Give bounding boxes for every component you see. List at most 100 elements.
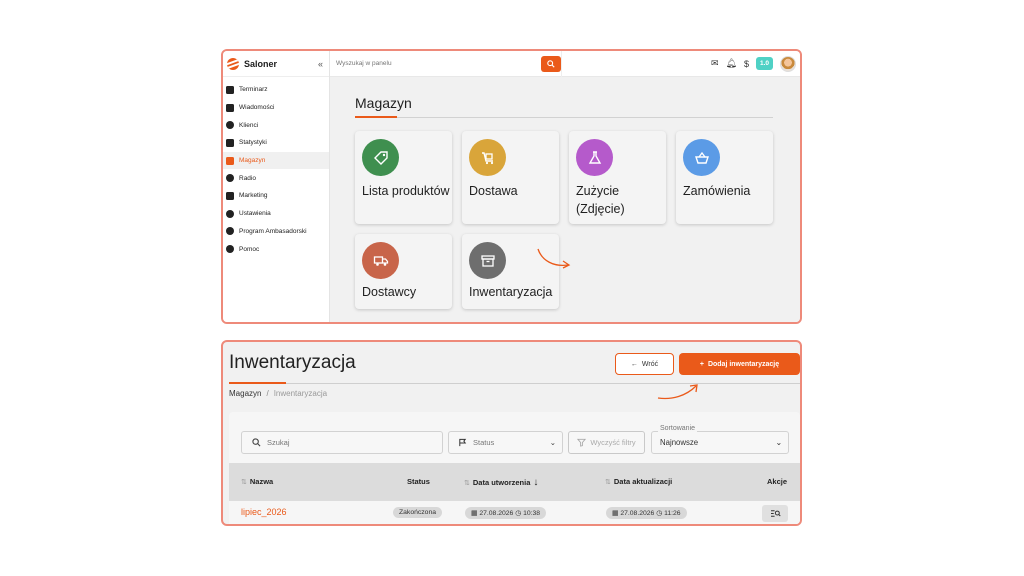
- column-header-akcje: Akcje: [767, 477, 787, 486]
- page-title: Magazyn: [355, 95, 412, 111]
- sidebar-item-statystyki[interactable]: Statystyki: [223, 134, 329, 152]
- sidebar-item-wiadomosci[interactable]: Wiadomości: [223, 99, 329, 117]
- sidebar-item-marketing[interactable]: Marketing: [223, 187, 329, 205]
- bell-icon[interactable]: 🔔︎: [726, 58, 737, 69]
- view-details-button[interactable]: [762, 505, 788, 522]
- help-icon: [226, 245, 234, 254]
- inventory-name-link[interactable]: lipiec_2026: [241, 507, 287, 517]
- search-icon: [252, 438, 261, 447]
- status-filter-select[interactable]: Status ⌄: [448, 431, 563, 454]
- sort-value: Najnowsze: [660, 438, 699, 447]
- arrow-left-icon: ←: [630, 360, 638, 368]
- card-zuzycie[interactable]: Zużycie (Zdjęcie): [569, 131, 666, 224]
- back-button-label: Wróć: [641, 360, 659, 368]
- sidebar-item-program-ambasadorski[interactable]: Program Ambasadorski: [223, 223, 329, 241]
- dollar-icon[interactable]: $: [744, 59, 749, 69]
- megaphone-icon: [226, 191, 234, 200]
- card-inwentaryzacja[interactable]: Inwentaryzacja: [462, 234, 559, 309]
- column-header-label: Akcje: [767, 477, 788, 486]
- inventory-list-card: Status ⌄ Wyczyść filtry Sortowanie Najno…: [229, 412, 800, 524]
- card-dostawa[interactable]: Dostawa: [462, 131, 559, 224]
- sidebar-item-pomoc[interactable]: Pomoc: [223, 240, 329, 258]
- created-date-chip: ▦ 27.08.2026 ◷ 10:38: [465, 507, 547, 519]
- tag-icon: [362, 139, 399, 176]
- list-search-icon: [770, 510, 781, 517]
- calendar-icon: ▦: [612, 510, 619, 517]
- sidebar-item-label: Pomoc: [239, 245, 260, 253]
- sidebar-nav: Terminarz Wiadomości Klienci Statystyki …: [223, 77, 329, 258]
- search-button[interactable]: [541, 55, 561, 72]
- status-badge: Zakończona: [393, 507, 443, 518]
- table-header: ⇅ Nazwa Status ⇅ Data utworzenia ↓ ⇅ Data ak…: [229, 463, 800, 501]
- sidebar-item-klienci[interactable]: Klienci: [223, 116, 329, 134]
- arrow-down-icon: ↓: [533, 477, 539, 488]
- breadcrumb: Magazyn / Inwentaryzacja: [229, 389, 327, 398]
- card-label: Zużycie (Zdjęcie): [576, 184, 625, 216]
- plus-icon: +: [699, 360, 704, 368]
- heading-accent-line: [355, 116, 397, 118]
- panel-search: [330, 51, 562, 77]
- column-header-status: Status: [407, 477, 430, 486]
- card-zamowienia[interactable]: Zamówienia: [676, 131, 773, 224]
- mail-icon[interactable]: ✉: [711, 58, 719, 69]
- clear-filters-button[interactable]: Wyczyść filtry: [568, 431, 645, 454]
- sidebar-item-magazyn[interactable]: Magazyn: [223, 151, 329, 170]
- chevron-down-icon: ⌄: [775, 438, 782, 447]
- panel-search-input[interactable]: [336, 60, 516, 67]
- sidebar-item-label: Wiadomości: [239, 104, 275, 112]
- music-icon: [226, 174, 234, 183]
- page-title: Inwentaryzacja: [229, 352, 356, 373]
- sort-select[interactable]: Sortowanie Najnowsze ⌄: [651, 425, 789, 454]
- collapse-sidebar-icon[interactable]: «: [318, 59, 323, 69]
- search-field: [241, 431, 443, 454]
- card-lista-produktow[interactable]: Lista produktów: [355, 131, 452, 224]
- column-header-nazwa[interactable]: ⇅ Nazwa: [241, 477, 273, 486]
- sort-icon: ⇅: [241, 478, 247, 486]
- sidebar-item-label: Magazyn: [239, 157, 266, 165]
- clock-icon: ◷: [515, 510, 522, 517]
- card-label: Zamówienia: [683, 184, 751, 198]
- sidebar-item-label: Marketing: [239, 192, 268, 200]
- breadcrumb-current: Inwentaryzacja: [273, 389, 328, 398]
- chevron-down-icon: ⌄: [549, 438, 556, 447]
- calendar-icon: ▦: [471, 510, 478, 517]
- breadcrumb-parent[interactable]: Magazyn: [229, 389, 261, 398]
- logo-row: Saloner «: [223, 51, 329, 77]
- heading-divider: [355, 117, 773, 118]
- column-header-data-utworzenia[interactable]: ⇅ Data utworzenia ↓: [464, 477, 538, 488]
- users-icon: [226, 121, 234, 130]
- archive-icon: [469, 242, 506, 279]
- sidebar-item-radio[interactable]: Radio: [223, 169, 329, 187]
- search-icon: [547, 59, 555, 68]
- breadcrumb-separator: /: [266, 389, 269, 398]
- created-date: 27.08.2026: [479, 510, 514, 517]
- status-filter-label: Status: [473, 438, 495, 447]
- smile-icon: [226, 227, 234, 236]
- back-button[interactable]: ← Wróć: [615, 353, 674, 375]
- avatar[interactable]: [780, 55, 796, 72]
- gear-icon: [226, 209, 234, 218]
- sidebar-item-terminarz[interactable]: Terminarz: [223, 81, 329, 99]
- magazyn-screenshot-panel: Saloner « Terminarz Wiadomości Klienci S…: [221, 49, 802, 324]
- card-label: Dostawcy: [362, 285, 417, 299]
- card-label: Inwentaryzacja: [469, 285, 553, 299]
- column-header-data-aktualizacji[interactable]: ⇅ Data aktualizacji: [605, 477, 672, 486]
- basket-icon: [683, 139, 720, 176]
- add-inventory-button[interactable]: + Dodaj inwentaryzację: [679, 353, 800, 375]
- app-name: Saloner: [244, 58, 278, 69]
- sidebar-item-label: Klienci: [239, 121, 259, 129]
- search-input[interactable]: [267, 438, 417, 447]
- card-dostawcy[interactable]: Dostawcy: [355, 234, 452, 309]
- flag-icon: [459, 438, 467, 447]
- table-row[interactable]: lipiec_2026 Zakończona ▦ 27.08.2026 ◷ 10…: [229, 501, 800, 524]
- magazyn-content: Magazyn Lista produktów Dostawa Zużycie …: [330, 77, 800, 322]
- sidebar-item-ustawienia[interactable]: Ustawienia: [223, 205, 329, 223]
- bar-chart-icon: [226, 138, 234, 147]
- updated-date: 27.08.2026: [620, 510, 655, 517]
- clear-filters-label: Wyczyść filtry: [590, 438, 636, 447]
- add-button-label: Dodaj inwentaryzację: [707, 360, 780, 368]
- updated-date-chip: ▦ 27.08.2026 ◷ 11:26: [606, 507, 687, 519]
- clock-icon: ◷: [656, 510, 663, 517]
- mail-icon: [226, 103, 234, 112]
- version-badge[interactable]: 1.0: [755, 57, 773, 70]
